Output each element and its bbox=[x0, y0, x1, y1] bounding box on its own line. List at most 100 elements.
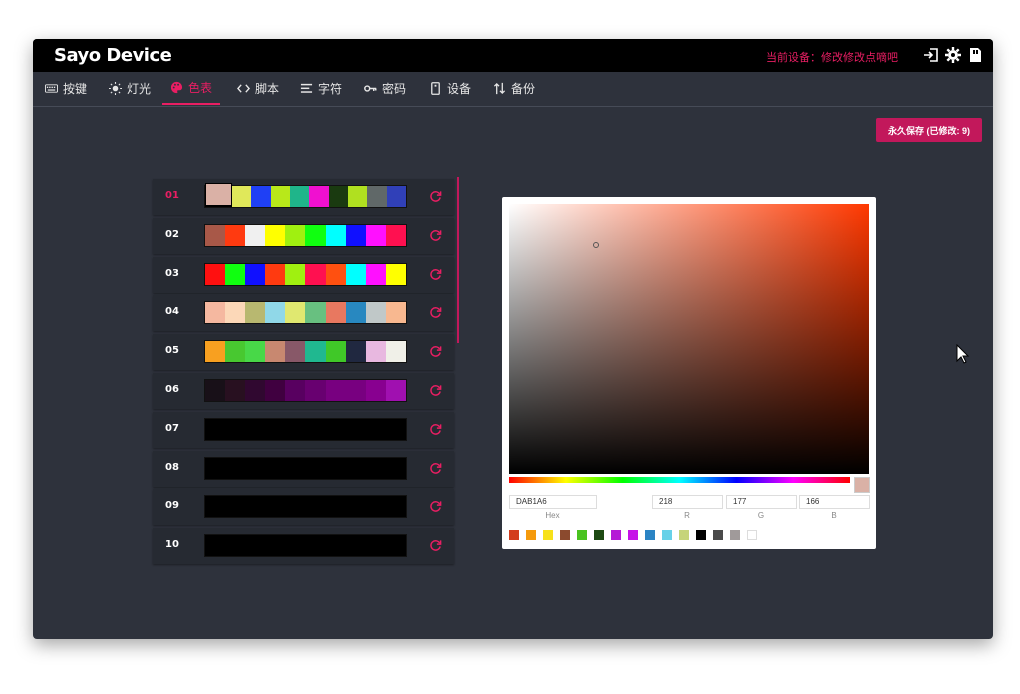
palette-swatch[interactable] bbox=[365, 341, 386, 363]
palette-swatch[interactable] bbox=[325, 302, 346, 324]
palette-swatch[interactable] bbox=[265, 263, 286, 285]
preset-swatch[interactable] bbox=[747, 530, 757, 540]
palette-swatch[interactable] bbox=[225, 302, 246, 324]
palette-row[interactable]: 05 bbox=[153, 334, 454, 371]
preset-swatch[interactable] bbox=[679, 530, 689, 540]
preset-swatch[interactable] bbox=[696, 530, 706, 540]
palette-swatch[interactable] bbox=[251, 186, 271, 207]
palette-row[interactable]: 10 bbox=[153, 528, 454, 565]
palette-swatch[interactable] bbox=[325, 341, 346, 363]
palette-swatch[interactable] bbox=[328, 186, 349, 207]
tab-strings[interactable]: 字符 bbox=[292, 72, 350, 105]
login-icon[interactable] bbox=[923, 47, 939, 63]
preset-swatch[interactable] bbox=[509, 530, 519, 540]
palette-color-strip[interactable] bbox=[204, 223, 407, 247]
preset-swatch[interactable] bbox=[560, 530, 570, 540]
palette-row[interactable]: 06 bbox=[153, 373, 454, 409]
palette-swatch[interactable] bbox=[385, 302, 406, 324]
palette-swatch[interactable] bbox=[285, 263, 306, 285]
r-input[interactable] bbox=[652, 495, 723, 509]
palette-swatch[interactable] bbox=[245, 302, 266, 324]
tab-script[interactable]: 脚本 bbox=[229, 72, 287, 105]
palette-swatch[interactable] bbox=[285, 302, 306, 324]
palette-swatch[interactable] bbox=[285, 341, 306, 363]
palette-color-strip[interactable] bbox=[204, 340, 407, 364]
save-permanently-button[interactable]: 永久保存 (已修改: 9) bbox=[876, 118, 982, 142]
palette-swatch[interactable] bbox=[205, 535, 406, 557]
palette-swatch[interactable] bbox=[385, 263, 406, 285]
palette-swatch[interactable] bbox=[345, 380, 366, 401]
reset-icon[interactable] bbox=[429, 384, 442, 397]
palette-swatch[interactable] bbox=[365, 380, 386, 401]
palette-swatch[interactable] bbox=[305, 380, 326, 401]
palette-swatch[interactable] bbox=[285, 380, 306, 401]
palette-swatch[interactable] bbox=[305, 224, 326, 246]
tab-keys[interactable]: 按键 bbox=[37, 72, 95, 105]
palette-row[interactable]: 04 bbox=[153, 295, 454, 332]
palette-swatch[interactable] bbox=[386, 186, 407, 207]
tab-lighting[interactable]: 灯光 bbox=[101, 72, 159, 105]
palette-swatch[interactable] bbox=[205, 183, 233, 206]
palette-swatch[interactable] bbox=[265, 380, 286, 401]
palette-swatch[interactable] bbox=[225, 341, 246, 363]
palette-swatch[interactable] bbox=[305, 263, 326, 285]
reset-icon[interactable] bbox=[429, 345, 442, 358]
palette-swatch[interactable] bbox=[205, 263, 226, 285]
reset-icon[interactable] bbox=[429, 539, 442, 552]
b-input[interactable] bbox=[799, 495, 870, 509]
palette-swatch[interactable] bbox=[345, 302, 366, 324]
palette-swatch[interactable] bbox=[245, 263, 266, 285]
preset-swatch[interactable] bbox=[526, 530, 536, 540]
palette-row[interactable]: 09 bbox=[153, 489, 454, 526]
palette-swatch[interactable] bbox=[309, 186, 329, 207]
palette-color-strip[interactable] bbox=[204, 301, 407, 325]
palette-swatch[interactable] bbox=[365, 302, 386, 324]
palette-swatch[interactable] bbox=[365, 263, 386, 285]
preset-swatch[interactable] bbox=[713, 530, 723, 540]
preset-swatch[interactable] bbox=[730, 530, 740, 540]
palette-swatch[interactable] bbox=[265, 302, 286, 324]
palette-swatch[interactable] bbox=[205, 496, 406, 518]
palette-swatch[interactable] bbox=[270, 186, 291, 207]
palette-swatch[interactable] bbox=[205, 418, 406, 440]
scrollbar[interactable] bbox=[457, 177, 459, 343]
palette-color-strip[interactable] bbox=[204, 183, 407, 208]
palette-color-strip[interactable] bbox=[204, 534, 407, 558]
palette-swatch[interactable] bbox=[365, 224, 386, 246]
hue-slider[interactable] bbox=[509, 477, 850, 483]
palette-color-strip[interactable] bbox=[204, 379, 407, 402]
hex-input[interactable] bbox=[509, 495, 597, 509]
palette-swatch[interactable] bbox=[325, 263, 346, 285]
palette-swatch[interactable] bbox=[305, 341, 326, 363]
reset-icon[interactable] bbox=[429, 306, 442, 319]
palette-swatch[interactable] bbox=[225, 263, 246, 285]
palette-swatch[interactable] bbox=[325, 224, 346, 246]
palette-swatch[interactable] bbox=[245, 224, 266, 246]
tab-backup[interactable]: 备份 bbox=[485, 72, 543, 105]
palette-color-strip[interactable] bbox=[204, 417, 407, 441]
reset-icon[interactable] bbox=[429, 229, 442, 242]
palette-swatch[interactable] bbox=[205, 224, 226, 246]
palette-swatch[interactable] bbox=[285, 224, 306, 246]
palette-row[interactable]: 07 bbox=[153, 411, 454, 448]
sd-card-icon[interactable] bbox=[967, 47, 983, 63]
preset-swatch[interactable] bbox=[611, 530, 621, 540]
palette-color-strip[interactable] bbox=[204, 262, 407, 286]
palette-swatch[interactable] bbox=[290, 186, 310, 207]
palette-swatch[interactable] bbox=[367, 186, 387, 207]
palette-swatch[interactable] bbox=[205, 302, 226, 324]
palette-swatch[interactable] bbox=[385, 341, 406, 363]
saturation-area[interactable] bbox=[509, 204, 869, 474]
tab-password[interactable]: 密码 bbox=[356, 72, 414, 105]
preset-swatch[interactable] bbox=[594, 530, 604, 540]
reset-icon[interactable] bbox=[429, 268, 442, 281]
palette-swatch[interactable] bbox=[345, 341, 366, 363]
palette-color-strip[interactable] bbox=[204, 495, 407, 519]
palette-swatch[interactable] bbox=[305, 302, 326, 324]
palette-row[interactable]: 02 bbox=[153, 217, 454, 254]
palette-row[interactable]: 03 bbox=[153, 256, 454, 293]
palette-swatch[interactable] bbox=[385, 224, 406, 246]
palette-swatch[interactable] bbox=[385, 380, 406, 401]
palette-swatch[interactable] bbox=[205, 457, 406, 479]
palette-swatch[interactable] bbox=[265, 224, 286, 246]
